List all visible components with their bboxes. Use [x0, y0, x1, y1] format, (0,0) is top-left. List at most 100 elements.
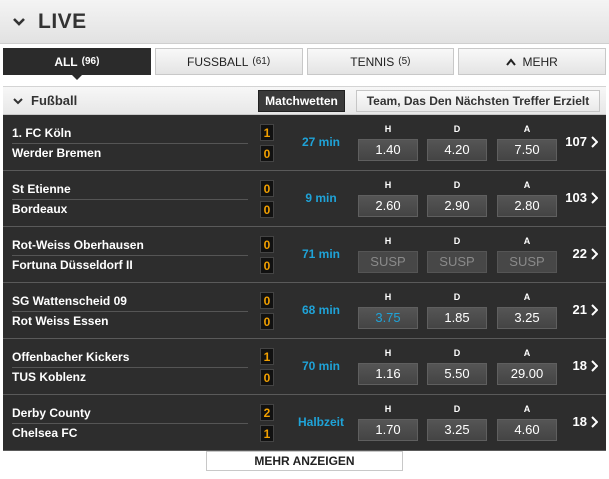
- odds-label-a: A: [523, 348, 531, 358]
- home-score: 1: [260, 348, 274, 365]
- odds-label-d: D: [453, 404, 461, 414]
- home-team: Rot-Weiss Oberhausen: [12, 238, 144, 252]
- odds-label-d: D: [453, 292, 461, 302]
- tab-tennis-label: TENNIS: [350, 54, 395, 69]
- chevron-right-icon: [591, 359, 598, 372]
- market-matchwetten-button[interactable]: Matchwetten: [258, 90, 345, 112]
- tab-fussball[interactable]: FUSSBALL (61): [154, 48, 303, 75]
- live-title: LIVE: [38, 9, 87, 33]
- odds-draw-column: D 2.90: [427, 178, 487, 217]
- tab-fussball-label: FUSSBALL: [187, 54, 249, 69]
- sport-tabs: ALL (96) FUSSBALL (61) TENNIS (5) MEHR: [3, 48, 606, 80]
- odds-home-column: H 1.70: [358, 402, 418, 441]
- tab-mehr[interactable]: MEHR: [458, 48, 606, 75]
- odds-away-button[interactable]: 4.60: [497, 419, 557, 441]
- more-markets-link[interactable]: 18: [573, 358, 598, 373]
- home-team: 1. FC Köln: [12, 126, 72, 140]
- odds-label-h: H: [384, 236, 392, 246]
- chevron-down-icon: [13, 17, 25, 26]
- away-score: 1: [260, 425, 274, 442]
- odds-away-column: A 2.80: [497, 178, 557, 217]
- odds-label-h: H: [384, 180, 392, 190]
- match-list: 1. FC Köln Werder Bremen 1 0 27 min H 1.40 D 4.2…: [3, 115, 606, 451]
- odds-draw-button[interactable]: 3.25: [427, 419, 487, 441]
- away-score: 0: [260, 369, 274, 386]
- odds-home-button[interactable]: 2.60: [358, 195, 418, 217]
- more-markets-link[interactable]: 107: [565, 134, 598, 149]
- odds-draw-column: D 5.50: [427, 346, 487, 385]
- more-markets-count: 18: [572, 358, 587, 373]
- home-team: St Etienne: [12, 182, 71, 196]
- odds-home-column: H 1.16: [358, 346, 418, 385]
- odds-away-column: A SUSP: [497, 234, 557, 273]
- show-more-button[interactable]: MEHR ANZEIGEN: [206, 451, 403, 471]
- odds-away-button[interactable]: SUSP: [497, 251, 557, 273]
- match-time: 70 min: [301, 359, 340, 373]
- odds-away-column: A 29.00: [497, 346, 557, 385]
- odds-home-button[interactable]: 1.70: [358, 419, 418, 441]
- home-team: Offenbacher Kickers: [12, 350, 130, 364]
- tab-mehr-label: MEHR: [522, 54, 558, 69]
- odds-home-button[interactable]: 1.16: [358, 363, 418, 385]
- odds-home-button[interactable]: 1.40: [358, 139, 418, 161]
- odds-draw-button[interactable]: 4.20: [427, 139, 487, 161]
- more-markets-count: 18: [572, 414, 587, 429]
- team-divider: [12, 143, 248, 144]
- tab-tennis[interactable]: TENNIS (5): [306, 48, 455, 75]
- team-divider: [12, 199, 248, 200]
- odds-home-column: H SUSP: [358, 234, 418, 273]
- section-title: Fußball: [31, 93, 78, 108]
- home-score: 2: [260, 404, 274, 421]
- odds-label-d: D: [453, 124, 461, 134]
- chevron-up-icon: [506, 57, 517, 66]
- more-markets-link[interactable]: 103: [565, 190, 598, 205]
- odds-label-a: A: [523, 180, 531, 190]
- tab-all-label: ALL: [54, 54, 78, 69]
- odds-away-button[interactable]: 7.50: [497, 139, 557, 161]
- match-row[interactable]: Offenbacher Kickers TUS Koblenz 1 0 70 min H 1…: [3, 339, 606, 395]
- tab-all[interactable]: ALL (96): [3, 48, 151, 80]
- away-score: 0: [260, 145, 274, 162]
- odds-label-d: D: [453, 180, 461, 190]
- live-header[interactable]: LIVE: [0, 0, 609, 44]
- odds-draw-button[interactable]: 2.90: [427, 195, 487, 217]
- tab-tennis-count: (5): [398, 56, 411, 67]
- odds-home-button[interactable]: SUSP: [358, 251, 418, 273]
- match-row[interactable]: Rot-Weiss Oberhausen Fortuna Düsseldorf I…: [3, 227, 606, 283]
- odds-draw-button[interactable]: 5.50: [427, 363, 487, 385]
- odds-home-button[interactable]: 3.75: [358, 307, 418, 329]
- odds-label-a: A: [523, 292, 531, 302]
- match-time: 68 min: [301, 303, 340, 317]
- odds-draw-button[interactable]: SUSP: [427, 251, 487, 273]
- odds-label-a: A: [523, 124, 531, 134]
- section-header[interactable]: Fußball Matchwetten Team, Das Den Nächst…: [3, 86, 606, 115]
- odds-away-column: A 7.50: [497, 122, 557, 161]
- home-team: SG Wattenscheid 09: [12, 294, 127, 308]
- odds-away-button[interactable]: 3.25: [497, 307, 557, 329]
- tab-fussball-count: (61): [252, 56, 271, 67]
- odds-away-button[interactable]: 2.80: [497, 195, 557, 217]
- odds-draw-button[interactable]: 1.85: [427, 307, 487, 329]
- away-team: Chelsea FC: [12, 426, 78, 440]
- odds-home-column: H 2.60: [358, 178, 418, 217]
- more-markets-count: 22: [572, 246, 587, 261]
- match-row[interactable]: SG Wattenscheid 09 Rot Weiss Essen 0 0 68 mi…: [3, 283, 606, 339]
- chevron-right-icon: [591, 415, 598, 428]
- odds-away-button[interactable]: 29.00: [497, 363, 557, 385]
- team-divider: [12, 255, 248, 256]
- away-team: Fortuna Düsseldorf II: [12, 258, 133, 272]
- market-next-goal-button[interactable]: Team, Das Den Nächsten Treffer Erzielt: [356, 90, 600, 112]
- match-row[interactable]: Derby County Chelsea FC 2 1 Halbzeit H 1.70 D 3.…: [3, 395, 606, 451]
- odds-label-d: D: [453, 236, 461, 246]
- more-markets-link[interactable]: 21: [573, 302, 598, 317]
- more-markets-link[interactable]: 18: [573, 414, 598, 429]
- chevron-right-icon: [591, 191, 598, 204]
- match-row[interactable]: 1. FC Köln Werder Bremen 1 0 27 min H 1.40 D 4.2…: [3, 115, 606, 171]
- match-row[interactable]: St Etienne Bordeaux 0 0 9 min H 2.60 D 2.90 A 2.80…: [3, 171, 606, 227]
- tab-all-count: (96): [81, 56, 100, 67]
- more-markets-link[interactable]: 22: [573, 246, 598, 261]
- odds-draw-column: D 3.25: [427, 402, 487, 441]
- match-time: 71 min: [301, 247, 340, 261]
- odds-away-column: A 4.60: [497, 402, 557, 441]
- away-score: 0: [260, 313, 274, 330]
